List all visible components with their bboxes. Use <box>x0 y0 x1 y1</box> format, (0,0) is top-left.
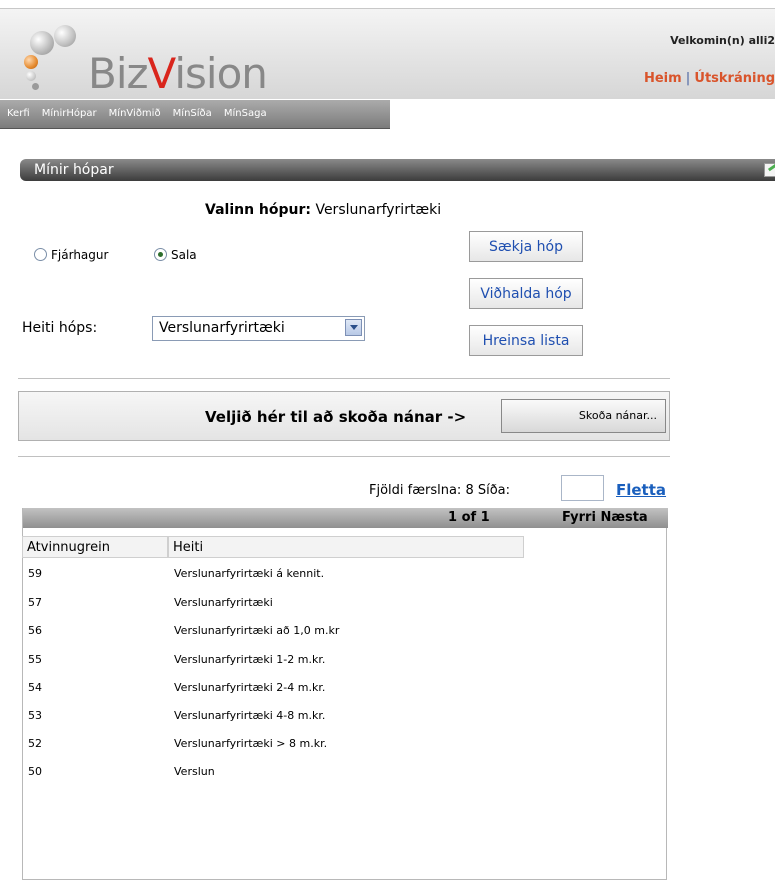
radio-checked-icon[interactable] <box>154 248 167 261</box>
selected-group: Valinn hópur: Verslunarfyrirtæki <box>205 202 442 218</box>
edit-icon[interactable] <box>764 163 775 177</box>
home-link[interactable]: Heim <box>644 71 682 86</box>
section-title: Mínir hópar <box>34 162 114 178</box>
next-link[interactable]: Næsta <box>600 510 647 525</box>
nav-item-kerfi[interactable]: Kerfi <box>7 100 30 128</box>
logo-mark-icon <box>22 25 82 95</box>
group-name-label: Heiti hóps: <box>22 320 98 336</box>
nav-item-min-sida[interactable]: MínSíða <box>173 100 212 128</box>
view-details-button[interactable]: Skoða nánar... <box>501 399 666 433</box>
fetch-group-button[interactable]: Sækja hóp <box>469 231 583 262</box>
nav-item-min-saga[interactable]: MínSaga <box>224 100 267 128</box>
details-prompt: Veljið hér til að skoða nánar -> <box>205 408 467 426</box>
column-header-heiti[interactable]: Heiti <box>168 536 524 558</box>
welcome-text: Velkomin(n) alli2 <box>670 34 775 47</box>
nav-item-min-vidmid[interactable]: MínViðmið <box>109 100 161 128</box>
selected-group-value: Verslunarfyrirtæki <box>315 202 442 218</box>
top-links: Heim | Útskráning <box>643 71 775 86</box>
chevron-down-icon[interactable] <box>345 319 362 336</box>
prev-link[interactable]: Fyrri <box>562 510 596 525</box>
page-info: 1 of 1 <box>448 510 490 525</box>
radio-fjarhagur[interactable]: Fjárhagur <box>34 248 108 262</box>
header: BizVision Velkomin(n) alli2 Heim | Útskrán… <box>0 8 775 99</box>
clear-list-button[interactable]: Hreinsa lista <box>469 325 583 356</box>
divider <box>18 378 670 379</box>
column-header-atvinnugrein[interactable]: Atvinnugrein <box>22 536 168 558</box>
group-name-select[interactable]: Verslunarfyrirtæki <box>152 316 365 341</box>
nav-item-minir-hopar[interactable]: MínirHópar <box>42 100 97 128</box>
maintain-group-button[interactable]: Viðhalda hóp <box>469 278 583 309</box>
main-nav: Kerfi MínirHópar MínViðmið MínSíða MínSa… <box>0 100 390 129</box>
logo: BizVision <box>88 49 268 98</box>
logout-link[interactable]: Útskráning <box>694 71 775 86</box>
divider <box>18 456 670 457</box>
results-grid: 1 of 1 Fyrri Næsta Atvinnugrein Heiti 59… <box>22 508 668 880</box>
grid-pager: 1 of 1 Fyrri Næsta <box>23 508 668 528</box>
section-header: Mínir hópar <box>20 159 775 181</box>
details-panel: Veljið hér til að skoða nánar -> Skoða n… <box>18 391 670 441</box>
radio-sala[interactable]: Sala <box>154 248 197 262</box>
radio-unchecked-icon[interactable] <box>34 248 47 261</box>
page-input[interactable] <box>561 475 604 501</box>
record-count: Fjöldi færslna: 8 Síða: <box>369 483 511 498</box>
go-link[interactable]: Fletta <box>616 481 666 499</box>
